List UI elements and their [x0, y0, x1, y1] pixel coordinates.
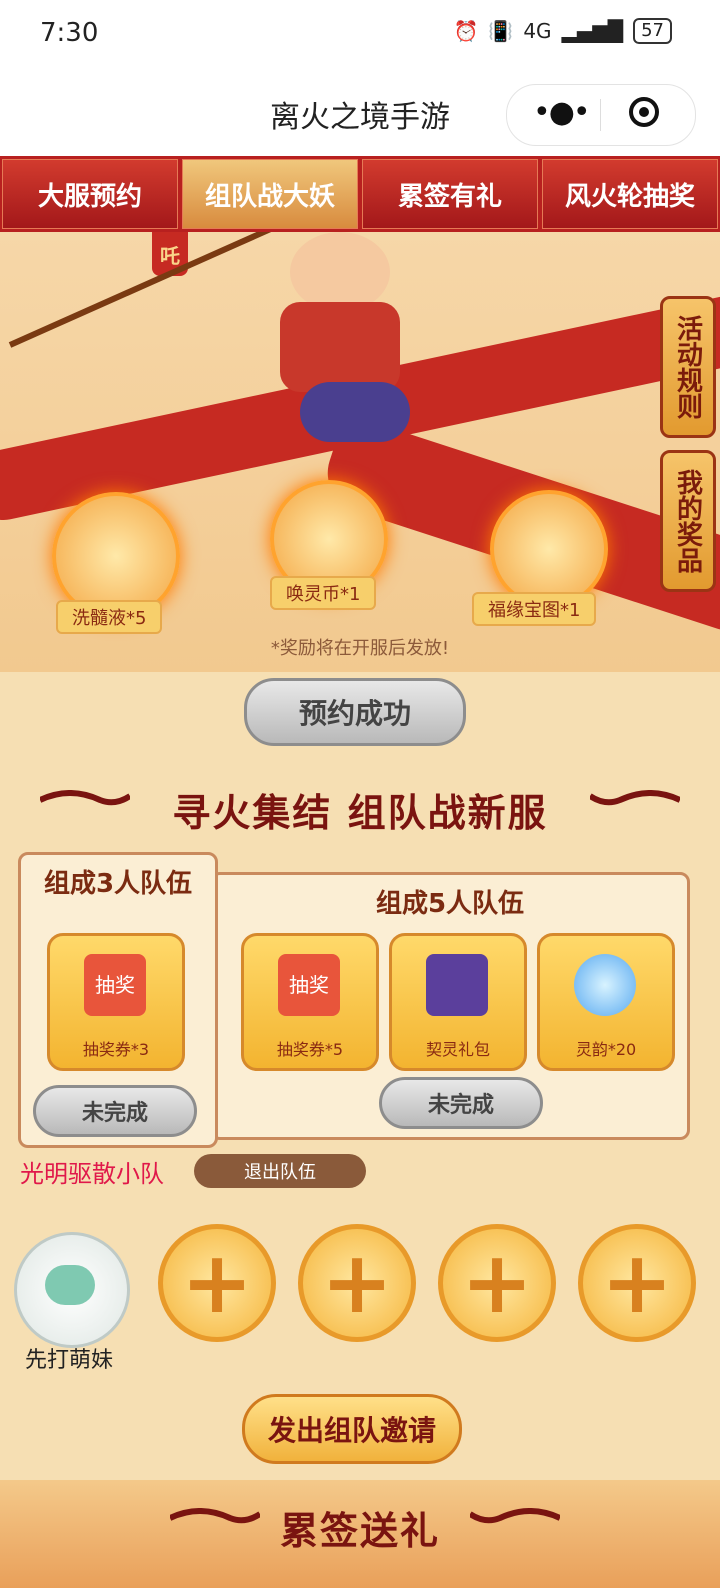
status-bar: 7:30 ⏰ 📳 4G ▂▄▆█ 57 [0, 0, 720, 72]
quit-team-button[interactable]: 退出队伍 [194, 1154, 366, 1188]
more-icon[interactable]: •●• [533, 95, 591, 130]
status-icons: ⏰ 📳 4G ▂▄▆█ 57 [454, 18, 672, 44]
team-name: 光明驱散小队 [20, 1160, 164, 1188]
leader-name: 先打萌妹 [24, 1348, 113, 1373]
spirit-essence-icon [574, 954, 636, 1016]
add-member-slot-3[interactable]: + [438, 1224, 556, 1342]
reward-notice: *奖励将在开服后发放! [270, 638, 450, 659]
close-target-icon[interactable] [629, 97, 659, 127]
plus-icon: + [320, 1233, 394, 1333]
reward-label: 抽奖券*3 [82, 1040, 150, 1059]
send-invite-button[interactable]: 发出组队邀请 [242, 1394, 462, 1464]
team5-reward-essence: 灵韵*20 [537, 933, 675, 1071]
reserve-success-button[interactable]: 预约成功 [244, 678, 466, 746]
plus-icon: + [180, 1233, 254, 1333]
section-title-sign-gift: 累签送礼 [279, 1509, 440, 1553]
status-time: 7:30 [40, 18, 99, 48]
tab-reserve[interactable]: 大服预约 [2, 159, 178, 229]
reward-label: 契灵礼包 [425, 1040, 490, 1059]
add-member-slot-4[interactable]: + [578, 1224, 696, 1342]
capsule-menu: •●• [506, 84, 696, 146]
capsule-divider [600, 99, 601, 131]
team3-status-button[interactable]: 未完成 [33, 1085, 197, 1137]
gift-box-icon [426, 954, 488, 1016]
plus-icon: + [600, 1233, 674, 1333]
battery-level: 57 [633, 18, 672, 44]
lottery-ticket-icon: 抽奖 [84, 954, 146, 1016]
signal-icon: ▂▄▆█ [561, 19, 624, 43]
team3-title: 组成3人队伍 [43, 869, 193, 899]
right-flourish-icon [470, 1508, 560, 1524]
prize-label: 洗髓液*5 [56, 600, 163, 634]
character-illustration [240, 232, 460, 462]
team5-reward-pack: 契灵礼包 [389, 933, 527, 1071]
team5-card: 组成5人队伍 抽奖 抽奖券*5 契灵礼包 灵韵*20 未完成 [210, 872, 690, 1140]
add-member-slot-1[interactable]: + [158, 1224, 276, 1342]
leader-avatar [14, 1232, 130, 1348]
plus-icon: + [460, 1233, 534, 1333]
activity-rules-button[interactable]: 活动规则 [660, 296, 716, 438]
reward-label: 抽奖券*5 [276, 1040, 344, 1059]
tab-bar: 大服预约 组队战大妖 累签有礼 风火轮抽奖 [0, 156, 720, 232]
tab-sign-gift[interactable]: 累签有礼 [362, 159, 538, 229]
team5-title: 组成5人队伍 [375, 889, 525, 919]
vibrate-icon: 📳 [488, 19, 514, 43]
lottery-ticket-icon: 抽奖 [278, 954, 340, 1016]
mini-program-header: 离火之境手游 •●• [0, 72, 720, 156]
my-prizes-button[interactable]: 我的奖品 [660, 450, 716, 592]
prize-label: 福缘宝图*1 [472, 592, 597, 626]
alarm-icon: ⏰ [453, 19, 479, 43]
tab-wheel-lottery[interactable]: 风火轮抽奖 [542, 159, 718, 229]
team3-reward-ticket: 抽奖 抽奖券*3 [47, 933, 185, 1071]
team5-reward-ticket: 抽奖 抽奖券*5 [241, 933, 379, 1071]
right-flourish-icon [590, 790, 680, 806]
prize-label: 唤灵币*1 [270, 576, 377, 610]
team5-status-button[interactable]: 未完成 [379, 1077, 543, 1129]
team3-card: 组成3人队伍 抽奖 抽奖券*3 未完成 [18, 852, 218, 1148]
add-member-slot-2[interactable]: + [298, 1224, 416, 1342]
owl-icon [45, 1265, 95, 1305]
reward-label: 灵韵*20 [575, 1040, 637, 1059]
tab-team-battle[interactable]: 组队战大妖 [182, 159, 358, 229]
prize-map-icon [490, 490, 608, 608]
network-type: 4G [523, 19, 552, 43]
